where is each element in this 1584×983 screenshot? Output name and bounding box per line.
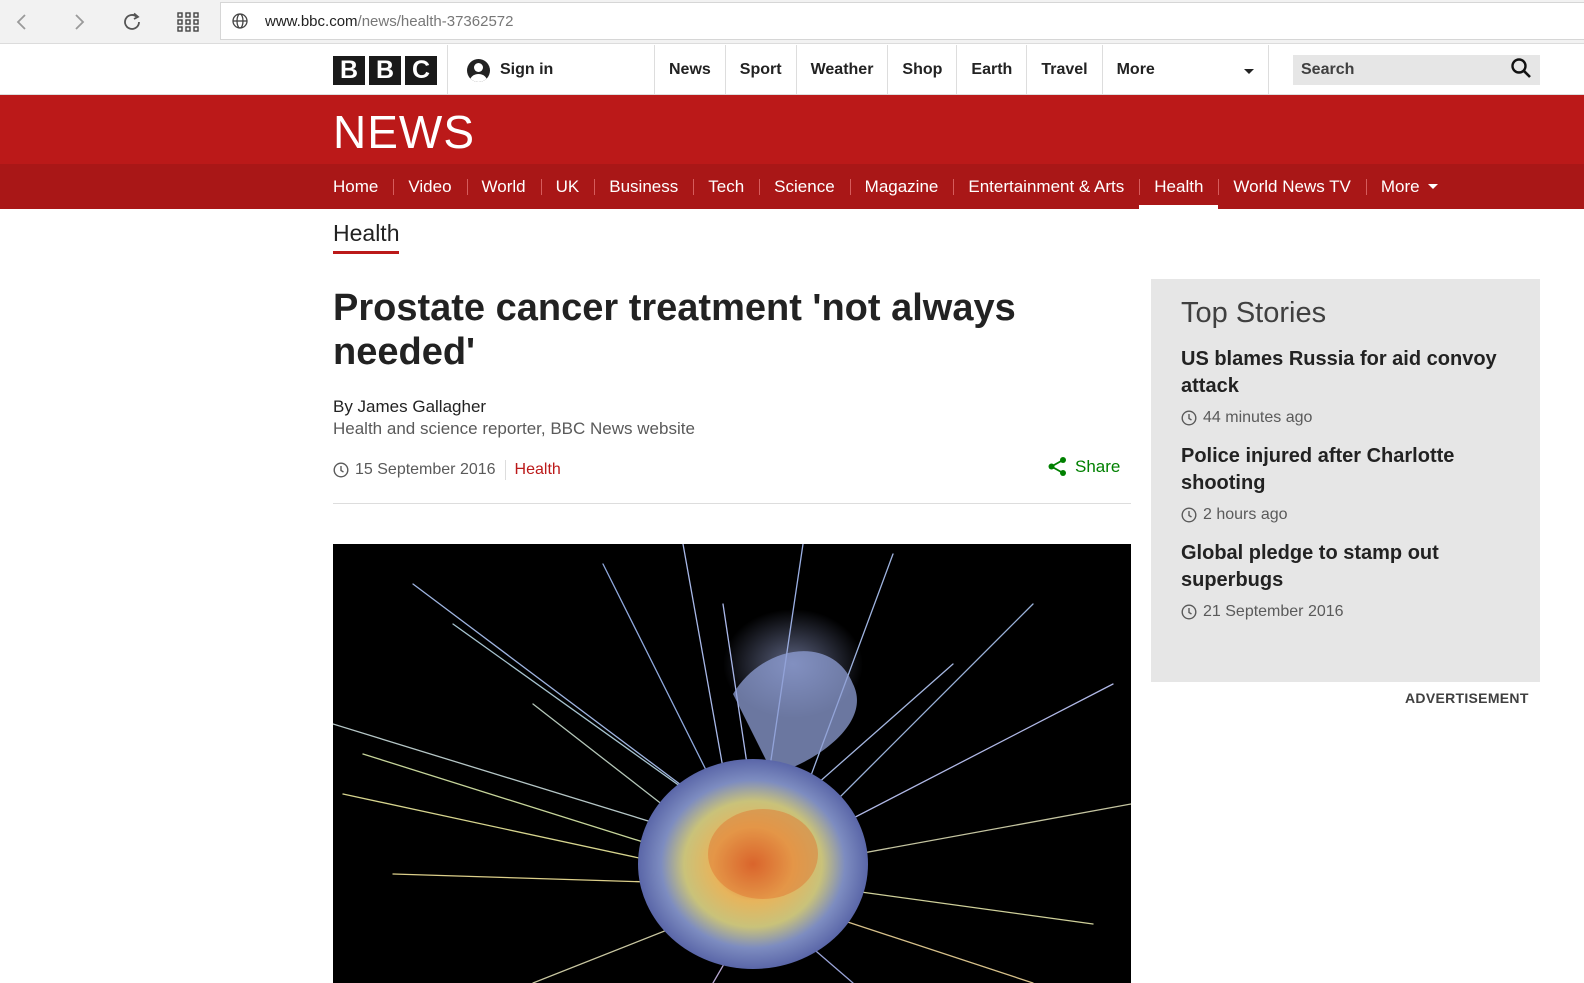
masthead-nav-earth[interactable]: Earth: [956, 45, 1026, 95]
news-nav-tech[interactable]: Tech: [693, 164, 759, 209]
divider: [504, 460, 506, 480]
bbc-logo-letter: B: [333, 56, 365, 85]
masthead-nav-travel[interactable]: Travel: [1026, 45, 1101, 95]
masthead-nav-shop[interactable]: Shop: [887, 45, 956, 95]
news-nav-uk[interactable]: UK: [540, 164, 595, 209]
top-stories-title: Top Stories: [1181, 297, 1327, 329]
share-icon: [1047, 456, 1068, 477]
masthead-nav: News Sport Weather Shop Earth Travel Mor…: [654, 45, 1269, 95]
chevron-down-icon: [1243, 68, 1254, 74]
news-nav-health[interactable]: Health: [1139, 164, 1219, 209]
article-byline: By James Gallagher Health and science re…: [333, 396, 695, 440]
top-stories-panel: Top Stories US blames Russia for aid con…: [1151, 279, 1540, 682]
advertisement-label: ADVERTISEMENT: [1405, 690, 1529, 706]
user-avatar-icon: [467, 58, 490, 82]
apps-grid-icon[interactable]: [172, 6, 204, 38]
news-nav-world[interactable]: World: [466, 164, 541, 209]
news-nav-business[interactable]: Business: [594, 164, 693, 209]
top-story-time: 44 minutes ago: [1181, 409, 1510, 427]
top-story-headline[interactable]: US blames Russia for aid convoy attack: [1181, 346, 1510, 400]
news-nav-world-news-tv[interactable]: World News TV: [1218, 164, 1365, 209]
article-headline: Prostate cancer treatment 'not always ne…: [333, 287, 1016, 373]
top-story-item[interactable]: Police injured after Charlotte shooting …: [1181, 443, 1510, 524]
divider: [333, 503, 1131, 504]
section-title[interactable]: Health: [333, 220, 400, 254]
top-story-item[interactable]: Global pledge to stamp out superbugs 21 …: [1181, 540, 1510, 621]
address-bar[interactable]: www.bbc.com/news/health-37362572: [220, 2, 1584, 40]
news-nav-science[interactable]: Science: [759, 164, 849, 209]
top-story-headline[interactable]: Police injured after Charlotte shooting: [1181, 443, 1510, 497]
news-nav-video[interactable]: Video: [393, 164, 466, 209]
sign-in-link[interactable]: Sign in: [467, 45, 553, 95]
clock-icon: [333, 462, 349, 478]
article-category-link[interactable]: Health: [515, 461, 561, 479]
search-icon[interactable]: [1510, 57, 1532, 84]
news-nav-more-label: More: [1380, 176, 1420, 196]
reload-icon[interactable]: [116, 6, 148, 38]
top-story-time: 2 hours ago: [1181, 506, 1510, 524]
news-logo[interactable]: NEWS: [333, 105, 475, 159]
masthead-nav-sport[interactable]: Sport: [724, 45, 796, 95]
top-story-time-text: 44 minutes ago: [1203, 409, 1313, 426]
clock-icon: [1181, 410, 1197, 426]
clock-icon: [1181, 507, 1197, 523]
chevron-down-icon: [1427, 184, 1438, 189]
url-text: www.bbc.com/news/health-37362572: [265, 13, 514, 30]
back-icon[interactable]: [6, 6, 38, 38]
author-role: Health and science reporter, BBC News we…: [333, 419, 695, 438]
top-story-time-text: 2 hours ago: [1203, 506, 1288, 523]
news-nav-entertainment-arts[interactable]: Entertainment & Arts: [953, 164, 1139, 209]
top-story-headline[interactable]: Global pledge to stamp out superbugs: [1181, 540, 1510, 594]
bbc-logo-letter: C: [405, 56, 437, 85]
divider: [447, 45, 448, 95]
author-name: By James Gallagher: [333, 397, 487, 416]
search-placeholder: Search: [1301, 61, 1355, 78]
masthead-nav-news[interactable]: News: [654, 45, 725, 95]
news-nav-more[interactable]: More: [1365, 164, 1453, 209]
masthead-more-dropdown[interactable]: More: [1101, 45, 1269, 95]
bbc-logo-letter: B: [369, 56, 401, 85]
article-meta: 15 September 2016 Health: [333, 460, 561, 480]
share-label: Share: [1075, 456, 1121, 476]
bbc-masthead: B B C Sign in News Sport Weather Shop Ea…: [0, 45, 1584, 95]
top-story-item[interactable]: US blames Russia for aid convoy attack 4…: [1181, 346, 1510, 427]
article-date: 15 September 2016: [355, 461, 496, 478]
browser-toolbar: www.bbc.com/news/health-37362572: [0, 0, 1584, 44]
masthead-nav-weather[interactable]: Weather: [795, 45, 888, 95]
bbc-logo[interactable]: B B C: [333, 56, 437, 85]
top-story-time-text: 21 September 2016: [1203, 603, 1344, 620]
masthead-more-label: More: [1116, 61, 1155, 78]
clock-icon: [1181, 604, 1197, 620]
news-section-nav: Home Video World UK Business Tech Scienc…: [0, 164, 1584, 209]
sign-in-label: Sign in: [500, 61, 554, 78]
news-banner: NEWS: [0, 95, 1584, 164]
search-input[interactable]: Search: [1293, 55, 1540, 85]
article-hero-image: [333, 544, 1131, 983]
globe-icon: [231, 12, 249, 35]
top-story-time: 21 September 2016: [1181, 603, 1510, 621]
forward-icon[interactable]: [63, 6, 95, 38]
news-nav-magazine[interactable]: Magazine: [849, 164, 954, 209]
share-button[interactable]: Share: [1047, 456, 1120, 477]
news-nav-home[interactable]: Home: [333, 164, 393, 209]
